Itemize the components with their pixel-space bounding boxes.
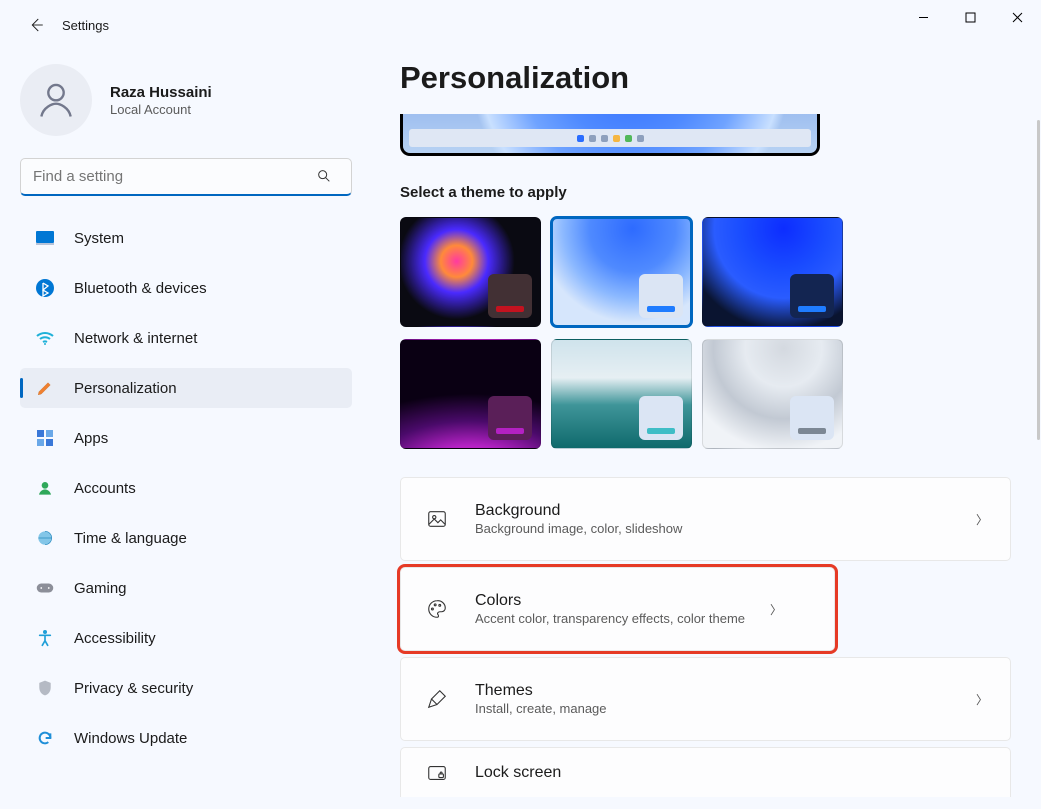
sidebar-item-label: Accounts: [74, 480, 136, 497]
privacy-icon: [34, 677, 56, 699]
settings-row-lockscreen[interactable]: Lock screen: [400, 747, 1011, 797]
picture-icon: [423, 505, 451, 533]
system-icon: [34, 227, 56, 249]
sidebar-item-label: Time & language: [74, 530, 187, 547]
accessibility-icon: [34, 627, 56, 649]
profile-name: Raza Hussaini: [110, 84, 212, 101]
sidebar-item-bluetooth[interactable]: Bluetooth & devices: [20, 268, 352, 308]
row-title: Lock screen: [475, 764, 561, 782]
sidebar-item-label: Personalization: [74, 380, 177, 397]
sidebar-item-update[interactable]: Windows Update: [20, 718, 352, 758]
sidebar-item-gaming[interactable]: Gaming: [20, 568, 352, 608]
row-title: Background: [475, 502, 682, 520]
back-button[interactable]: [18, 7, 54, 43]
profile-block[interactable]: Raza Hussaini Local Account: [20, 64, 352, 136]
lock-screen-icon: [423, 759, 451, 787]
palette-icon: [423, 595, 451, 623]
profile-subtitle: Local Account: [110, 102, 212, 117]
bluetooth-icon: [34, 277, 56, 299]
gaming-icon: [34, 577, 56, 599]
desktop-preview: [400, 114, 820, 156]
theme-option-sunrise[interactable]: [551, 339, 692, 449]
avatar: [20, 64, 92, 136]
maximize-button[interactable]: [947, 0, 994, 34]
sidebar-item-personalization[interactable]: Personalization: [20, 368, 352, 408]
minimize-button[interactable]: [900, 0, 947, 34]
sidebar-item-label: Network & internet: [74, 330, 197, 347]
app-title: Settings: [62, 18, 109, 33]
time-language-icon: [34, 527, 56, 549]
scrollbar[interactable]: [1037, 120, 1040, 440]
sidebar-item-system[interactable]: System: [20, 218, 352, 258]
chevron-right-icon: 〉: [976, 691, 988, 708]
theme-option-windows-dark[interactable]: [702, 217, 843, 327]
settings-row-background[interactable]: Background Background image, color, slid…: [400, 477, 1011, 561]
search-input[interactable]: [20, 158, 352, 196]
accounts-icon: [34, 477, 56, 499]
theme-option-dark-bloom[interactable]: [400, 217, 541, 327]
personalization-icon: [34, 377, 56, 399]
settings-row-themes[interactable]: Themes Install, create, manage 〉: [400, 657, 1011, 741]
row-subtitle: Background image, color, slideshow: [475, 521, 682, 536]
sidebar-item-network[interactable]: Network & internet: [20, 318, 352, 358]
sidebar-item-time-language[interactable]: Time & language: [20, 518, 352, 558]
close-button[interactable]: [994, 0, 1041, 34]
sidebar-item-label: Bluetooth & devices: [74, 280, 207, 297]
network-icon: [34, 327, 56, 349]
sidebar-item-label: Gaming: [74, 580, 127, 597]
theme-option-glow[interactable]: [400, 339, 541, 449]
row-title: Themes: [475, 682, 607, 700]
sidebar-item-apps[interactable]: Apps: [20, 418, 352, 458]
sidebar-item-label: Apps: [74, 430, 108, 447]
theme-section-header: Select a theme to apply: [400, 184, 1011, 201]
apps-icon: [34, 427, 56, 449]
sidebar-item-label: Accessibility: [74, 630, 156, 647]
theme-option-windows-light[interactable]: [551, 217, 692, 327]
row-subtitle: Accent color, transparency effects, colo…: [475, 611, 745, 626]
row-subtitle: Install, create, manage: [475, 701, 607, 716]
settings-row-colors[interactable]: Colors Accent color, transparency effect…: [400, 567, 835, 651]
sidebar-item-label: System: [74, 230, 124, 247]
sidebar-item-accounts[interactable]: Accounts: [20, 468, 352, 508]
sidebar-item-accessibility[interactable]: Accessibility: [20, 618, 352, 658]
sidebar-item-privacy[interactable]: Privacy & security: [20, 668, 352, 708]
chevron-right-icon: 〉: [976, 511, 988, 528]
sidebar-item-label: Privacy & security: [74, 680, 193, 697]
row-title: Colors: [475, 592, 745, 610]
page-title: Personalization: [400, 60, 1011, 96]
theme-option-flow[interactable]: [702, 339, 843, 449]
windows-update-icon: [34, 727, 56, 749]
brush-icon: [423, 685, 451, 713]
chevron-right-icon: 〉: [770, 601, 782, 618]
sidebar-item-label: Windows Update: [74, 730, 187, 747]
